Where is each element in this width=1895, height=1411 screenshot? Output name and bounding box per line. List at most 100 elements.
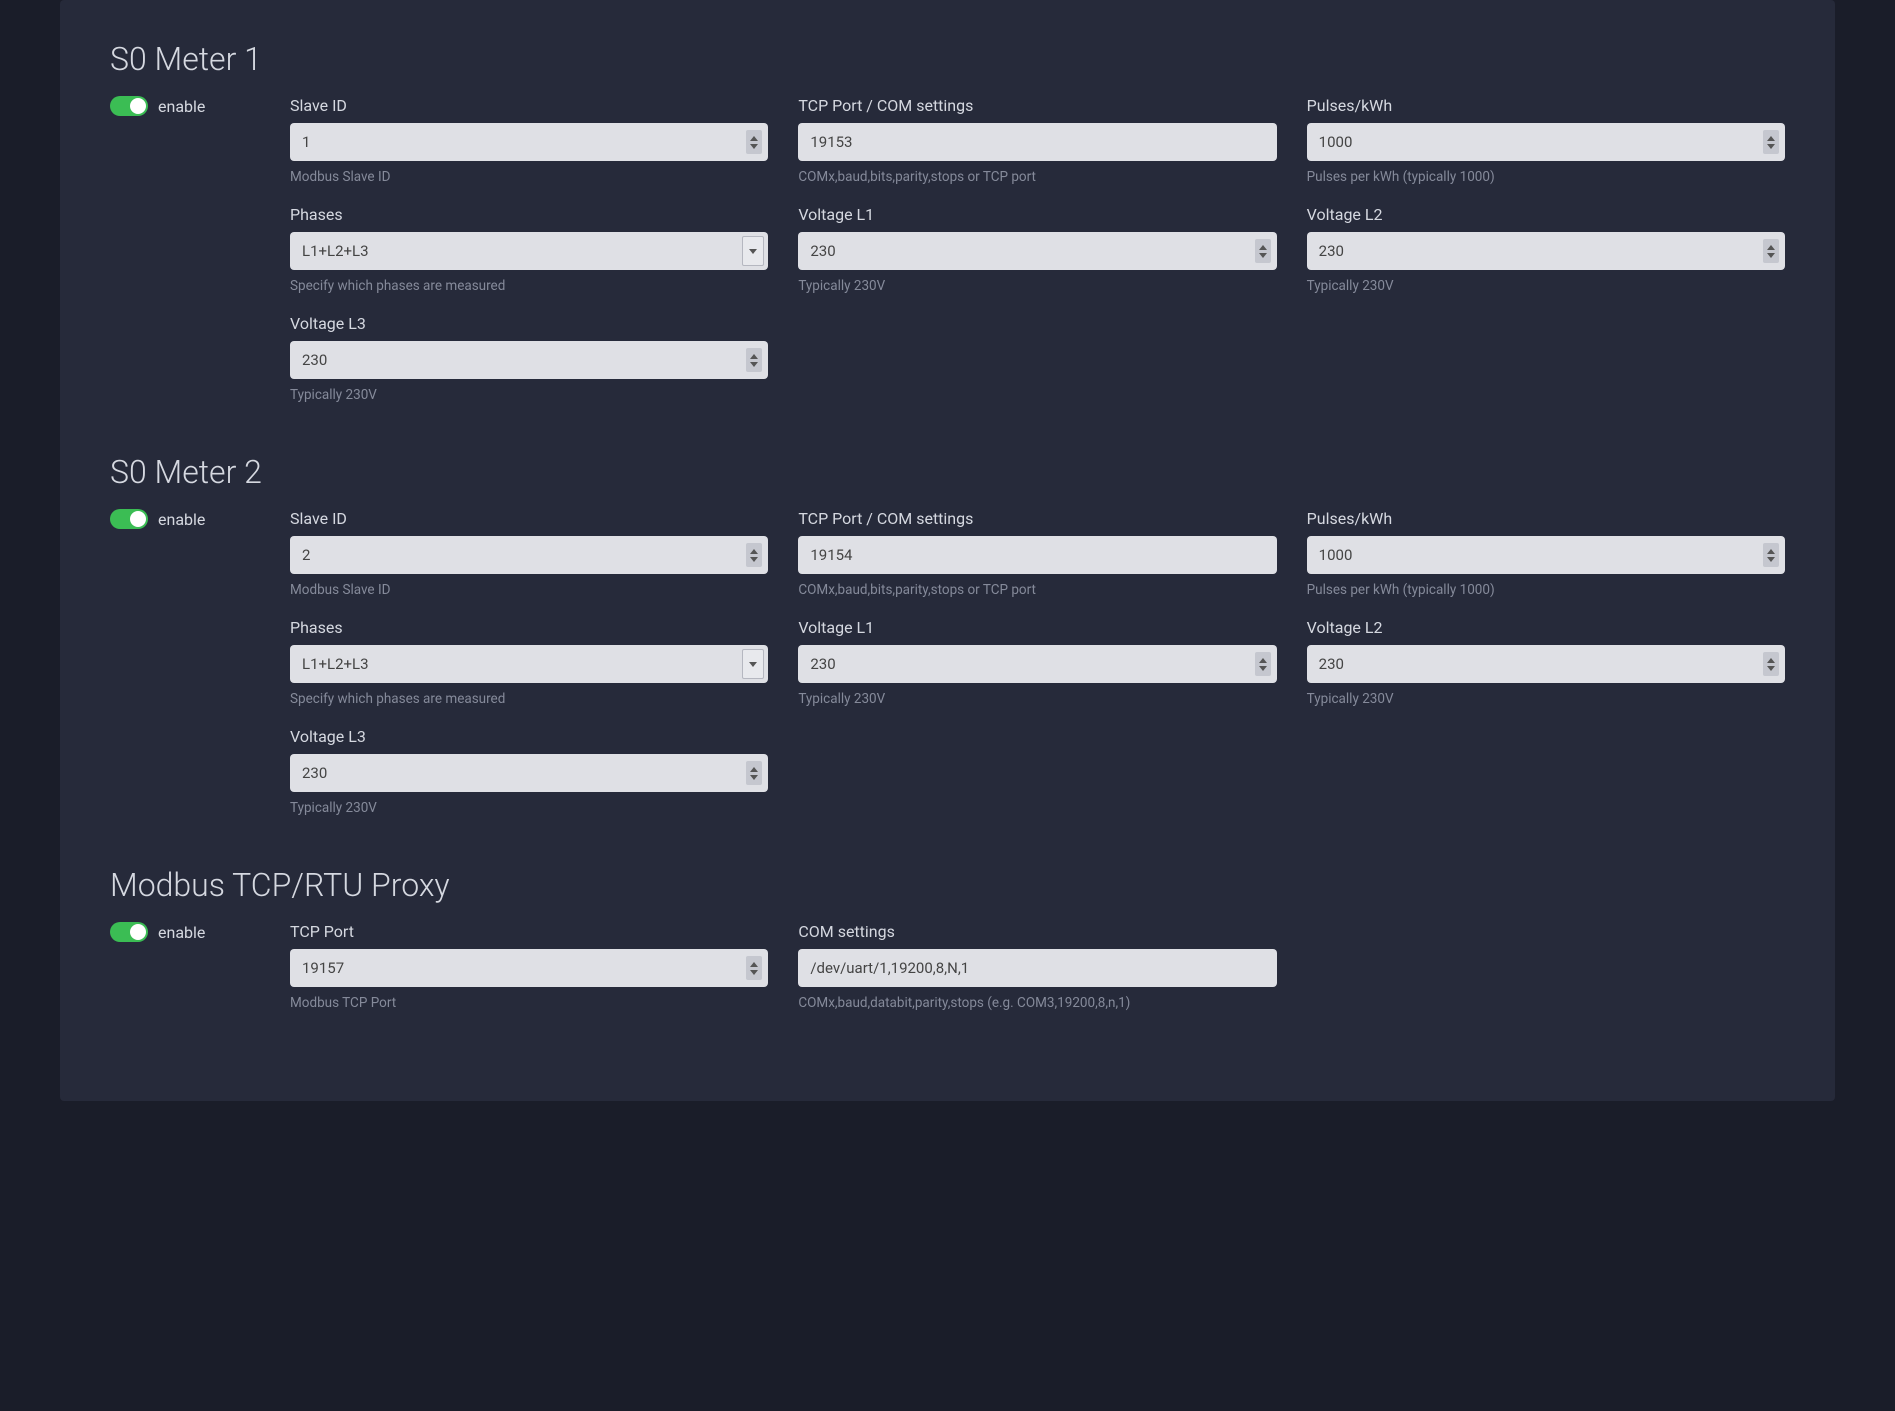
row: Phases L1+L2+L3 Specify which phases are…: [110, 205, 1785, 294]
section-s0-meter-2: S0 Meter 2 enable Slave ID 2 Modbus Slav…: [110, 453, 1785, 816]
field-help: Pulses per kWh (typically 1000): [1307, 582, 1785, 598]
row: Voltage L3 230 Typically 230V: [110, 314, 1785, 403]
enable-toggle-label: enable: [158, 510, 205, 529]
section-title: Modbus TCP/RTU Proxy: [110, 866, 1785, 904]
enable-toggle-cell: enable: [110, 922, 270, 942]
field-label: Voltage L1: [798, 618, 1276, 637]
field-help: COMx,baud,bits,parity,stops or TCP port: [798, 582, 1276, 598]
input-value: 230: [302, 351, 327, 369]
field-help: Typically 230V: [798, 278, 1276, 294]
fields-grid: Phases L1+L2+L3 Specify which phases are…: [290, 205, 1785, 294]
enable-toggle-label: enable: [158, 923, 205, 942]
field-label: Phases: [290, 205, 768, 224]
slave-id-input[interactable]: 1: [290, 123, 768, 161]
field-help: Specify which phases are measured: [290, 691, 768, 707]
voltage-l3-input[interactable]: 230: [290, 754, 768, 792]
field-label: Phases: [290, 618, 768, 637]
fields-grid: Phases L1+L2+L3 Specify which phases are…: [290, 618, 1785, 707]
input-value: 19154: [810, 546, 852, 564]
voltage-l1-input[interactable]: 230: [798, 232, 1276, 270]
field-help: Typically 230V: [290, 800, 768, 816]
row: enable Slave ID 2 Modbus Slave ID TCP Po…: [110, 509, 1785, 598]
field-label: TCP Port / COM settings: [798, 509, 1276, 528]
chevron-down-icon[interactable]: [742, 236, 764, 266]
input-value: 230: [302, 764, 327, 782]
number-spinner-icon[interactable]: [746, 956, 762, 980]
config-panel: S0 Meter 1 enable Slave ID 1 Modbus Slav…: [60, 0, 1835, 1101]
input-value: 19157: [302, 959, 344, 977]
fields-grid: Voltage L3 230 Typically 230V: [290, 727, 1785, 816]
number-spinner-icon[interactable]: [1255, 652, 1271, 676]
field-label: Voltage L2: [1307, 618, 1785, 637]
field-tcp-port: TCP Port / COM settings 19154 COMx,baud,…: [798, 509, 1276, 598]
field-voltage-l3: Voltage L3 230 Typically 230V: [290, 314, 768, 403]
phases-select[interactable]: L1+L2+L3: [290, 645, 768, 683]
enable-toggle[interactable]: [110, 509, 148, 529]
number-spinner-icon[interactable]: [1255, 239, 1271, 263]
field-label: COM settings: [798, 922, 1276, 941]
pulses-kwh-input[interactable]: 1000: [1307, 536, 1785, 574]
row: enable Slave ID 1 Modbus Slave ID TCP Po…: [110, 96, 1785, 185]
field-com-settings: COM settings /dev/uart/1,19200,8,N,1 COM…: [798, 922, 1276, 1011]
fields-grid: TCP Port 19157 Modbus TCP Port COM setti…: [290, 922, 1785, 1011]
field-voltage-l3: Voltage L3 230 Typically 230V: [290, 727, 768, 816]
select-value: L1+L2+L3: [302, 242, 369, 260]
phases-select[interactable]: L1+L2+L3: [290, 232, 768, 270]
field-slave-id: Slave ID 2 Modbus Slave ID: [290, 509, 768, 598]
field-label: Slave ID: [290, 96, 768, 115]
number-spinner-icon[interactable]: [746, 761, 762, 785]
field-help: Modbus TCP Port: [290, 995, 768, 1011]
field-help: Modbus Slave ID: [290, 169, 768, 185]
number-spinner-icon[interactable]: [746, 130, 762, 154]
field-label: TCP Port / COM settings: [798, 96, 1276, 115]
field-label: Voltage L2: [1307, 205, 1785, 224]
section-title: S0 Meter 1: [110, 40, 1785, 78]
row: Voltage L3 230 Typically 230V: [110, 727, 1785, 816]
number-spinner-icon[interactable]: [746, 348, 762, 372]
input-value: 230: [1319, 242, 1344, 260]
voltage-l2-input[interactable]: 230: [1307, 645, 1785, 683]
input-value: /dev/uart/1,19200,8,N,1: [810, 959, 969, 977]
field-voltage-l2: Voltage L2 230 Typically 230V: [1307, 205, 1785, 294]
field-label: TCP Port: [290, 922, 768, 941]
slave-id-input[interactable]: 2: [290, 536, 768, 574]
number-spinner-icon[interactable]: [1763, 239, 1779, 263]
tcp-port-input[interactable]: 19157: [290, 949, 768, 987]
number-spinner-icon[interactable]: [1763, 652, 1779, 676]
input-value: 19153: [810, 133, 852, 151]
field-help: Typically 230V: [1307, 691, 1785, 707]
field-tcp-port: TCP Port 19157 Modbus TCP Port: [290, 922, 768, 1011]
pulses-kwh-input[interactable]: 1000: [1307, 123, 1785, 161]
number-spinner-icon[interactable]: [1763, 130, 1779, 154]
number-spinner-icon[interactable]: [1763, 543, 1779, 567]
section-s0-meter-1: S0 Meter 1 enable Slave ID 1 Modbus Slav…: [110, 40, 1785, 403]
field-help: Modbus Slave ID: [290, 582, 768, 598]
input-value: 1000: [1319, 133, 1353, 151]
enable-toggle[interactable]: [110, 96, 148, 116]
field-label: Voltage L3: [290, 727, 768, 746]
field-help: Typically 230V: [1307, 278, 1785, 294]
voltage-l3-input[interactable]: 230: [290, 341, 768, 379]
com-settings-input[interactable]: /dev/uart/1,19200,8,N,1: [798, 949, 1276, 987]
field-label: Pulses/kWh: [1307, 509, 1785, 528]
field-help: Typically 230V: [290, 387, 768, 403]
field-label: Voltage L3: [290, 314, 768, 333]
tcp-port-input[interactable]: 19153: [798, 123, 1276, 161]
field-pulses-kwh: Pulses/kWh 1000 Pulses per kWh (typicall…: [1307, 509, 1785, 598]
row: enable TCP Port 19157 Modbus TCP Port CO…: [110, 922, 1785, 1011]
enable-toggle-cell: enable: [110, 509, 270, 529]
field-help: COMx,baud,bits,parity,stops or TCP port: [798, 169, 1276, 185]
field-phases: Phases L1+L2+L3 Specify which phases are…: [290, 618, 768, 707]
voltage-l1-input[interactable]: 230: [798, 645, 1276, 683]
enable-toggle[interactable]: [110, 922, 148, 942]
fields-grid: Voltage L3 230 Typically 230V: [290, 314, 1785, 403]
chevron-down-icon[interactable]: [742, 649, 764, 679]
section-title: S0 Meter 2: [110, 453, 1785, 491]
number-spinner-icon[interactable]: [746, 543, 762, 567]
field-label: Voltage L1: [798, 205, 1276, 224]
voltage-l2-input[interactable]: 230: [1307, 232, 1785, 270]
field-voltage-l1: Voltage L1 230 Typically 230V: [798, 205, 1276, 294]
enable-toggle-label: enable: [158, 97, 205, 116]
field-help: Pulses per kWh (typically 1000): [1307, 169, 1785, 185]
tcp-port-input[interactable]: 19154: [798, 536, 1276, 574]
